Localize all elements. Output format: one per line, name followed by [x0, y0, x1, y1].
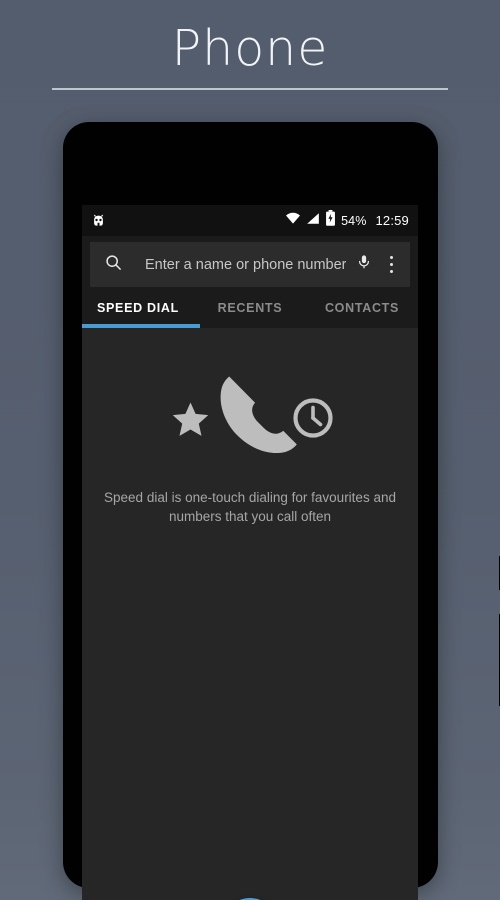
battery-percent-label: 54%: [341, 213, 367, 228]
phone-handset-icon: [220, 376, 297, 454]
page-title: Phone: [171, 20, 329, 77]
overflow-dot: [389, 255, 393, 260]
overflow-dot: [389, 269, 393, 274]
status-icons-group: 54% 12:59: [285, 210, 409, 231]
search-bar-container: Enter a name or phone number: [82, 236, 418, 287]
search-bar[interactable]: Enter a name or phone number: [90, 242, 410, 287]
overflow-menu-icon[interactable]: [382, 255, 401, 274]
battery-charging-icon: [325, 210, 336, 231]
empty-state-message: Speed dial is one-touch dialing for favo…: [104, 490, 396, 524]
status-bar: 54% 12:59: [82, 205, 418, 236]
phone-device-frame: 54% 12:59 Enter a name or phone number S…: [63, 122, 500, 900]
tab-contacts[interactable]: CONTACTS: [306, 287, 418, 328]
tab-label: SPEED DIAL: [96, 300, 179, 315]
star-icon: [172, 402, 209, 436]
microphone-icon[interactable]: [346, 252, 382, 277]
status-clock: 12:59: [375, 213, 409, 228]
wifi-icon: [285, 210, 301, 231]
title-divider: [52, 88, 448, 90]
search-input[interactable]: Enter a name or phone number: [145, 257, 346, 273]
overflow-dot: [389, 262, 393, 267]
tab-speed-dial[interactable]: SPEED DIAL: [82, 287, 194, 328]
empty-state: Speed dial is one-touch dialing for favo…: [82, 366, 418, 526]
page-header: Phone: [0, 0, 500, 100]
speed-dial-content: Speed dial is one-touch dialing for favo…: [82, 328, 418, 900]
tab-bar: SPEED DIAL RECENTS CONTACTS: [82, 287, 418, 328]
empty-state-artwork: [172, 376, 333, 454]
phone-screen: 54% 12:59 Enter a name or phone number S…: [82, 205, 418, 900]
tab-recents[interactable]: RECENTS: [194, 287, 306, 328]
clock-icon: [293, 398, 333, 438]
cyanogenmod-cid-icon: [90, 212, 107, 229]
tab-label: CONTACTS: [324, 300, 400, 315]
tab-label: RECENTS: [217, 300, 283, 315]
cellular-signal-icon: [306, 211, 320, 231]
search-icon: [104, 253, 123, 277]
